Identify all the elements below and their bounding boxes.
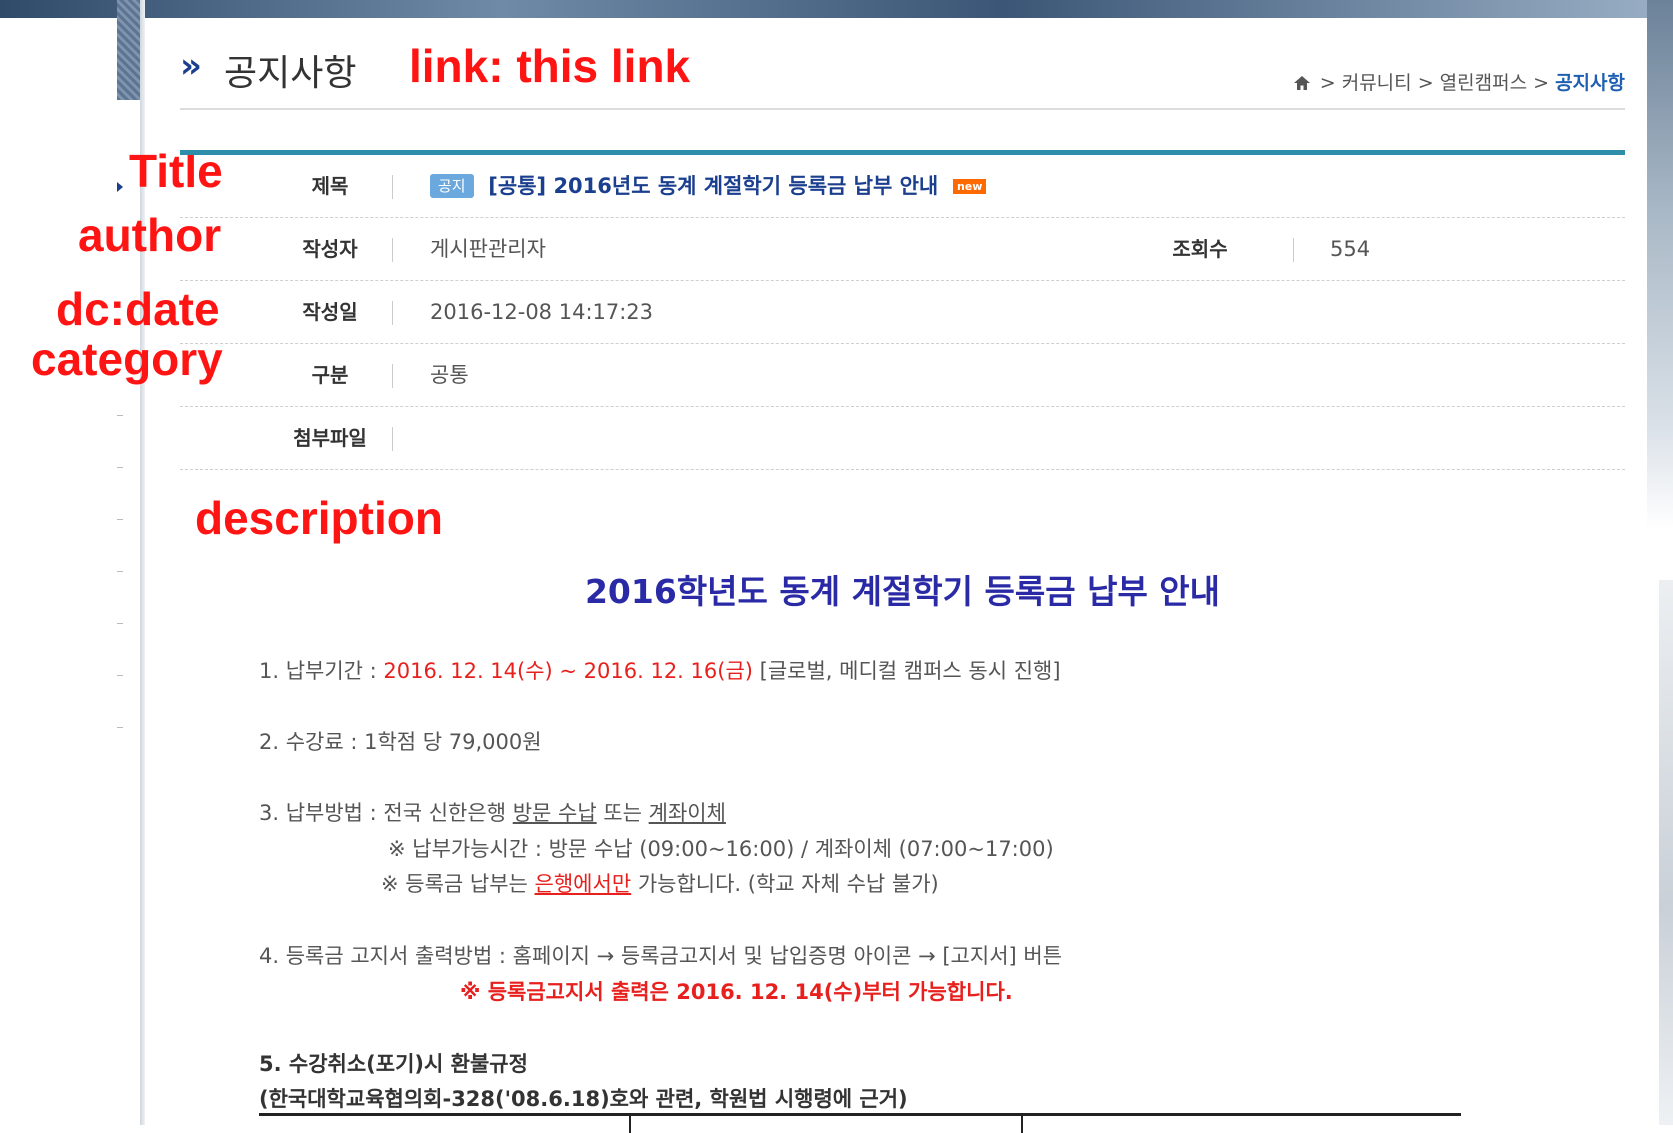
note2-red: 은행에서만 (534, 872, 632, 896)
body-paragraph-5: 5. 수강취소(포기)시 환불규정 (259, 1052, 528, 1076)
divider (1293, 238, 1294, 262)
date-value: 2016-12-08 14:17:23 (430, 300, 654, 324)
note2-prefix: ※ 등록금 납부는 (381, 872, 535, 896)
breadcrumb-item-open-campus[interactable]: 열린캠퍼스 (1440, 72, 1527, 94)
right-background-photo (1647, 0, 1673, 530)
date-label: 작성일 (302, 300, 358, 324)
breadcrumb-separator: > (1417, 72, 1434, 94)
divider (392, 175, 393, 199)
right-background-photo-lower (1659, 580, 1673, 1125)
row-attachment: 첨부파일 (180, 407, 1625, 470)
annotation-description: description (195, 492, 443, 544)
category-label: 구분 (311, 363, 349, 387)
p1-suffix: [글로벌, 메디컬 캠퍼스 동시 진행] (752, 659, 1061, 683)
divider (392, 238, 393, 262)
page-title: 공지사항 (224, 53, 357, 94)
row-date: 작성일 2016-12-08 14:17:23 (180, 281, 1625, 344)
new-badge: new (952, 179, 987, 194)
row-author: 작성자 게시판관리자 조회수 554 (180, 218, 1625, 281)
home-icon[interactable] (1293, 76, 1310, 90)
body-note-bank-only: ※ 등록금 납부는 은행에서만 가능합니다. (학교 자체 수납 불가) (381, 868, 939, 898)
p3-visit: 방문 수납 (512, 801, 597, 825)
body-note-print: ※ 등록금고지서 출력은 2016. 12. 14(수)부터 가능합니다. (460, 980, 1013, 1004)
breadcrumb-separator: > (1319, 72, 1336, 94)
breadcrumb: > 커뮤니티 > 열린캠퍼스 > 공지사항 (1293, 68, 1625, 95)
annotation-link: link: this link (409, 40, 691, 92)
subject-value: 공지 [공통] 2016년도 동계 계절학기 등록금 납부 안내 new (430, 155, 987, 217)
subject-label: 제목 (311, 174, 349, 198)
breadcrumb-item-current[interactable]: 공지사항 (1555, 72, 1625, 94)
divider (392, 301, 393, 325)
post-title-link[interactable]: [공통] 2016년도 동계 계절학기 등록금 납부 안내 (488, 174, 938, 198)
p3-or: 또는 (596, 801, 649, 825)
p1-dates: 2016. 12. 14(수) ~ 2016. 12. 16(금) (383, 659, 753, 683)
p3-prefix: 3. 납부방법 : 전국 신한은행 (259, 801, 513, 825)
note2-suffix: 가능합니다. (학교 자체 수납 불가) (631, 872, 939, 896)
row-subject: 제목 공지 [공통] 2016년도 동계 계절학기 등록금 납부 안내 new (180, 155, 1625, 218)
author-label: 작성자 (302, 237, 358, 261)
page-header: » 공지사항 > 커뮤니티 > 열린캠퍼스 > 공지사항 (180, 40, 1625, 110)
p1-prefix: 1. 납부기간 : (259, 659, 384, 683)
body-paragraph-3: 3. 납부방법 : 전국 신한은행 방문 수납 또는 계좌이체 (259, 797, 726, 827)
p3-transfer: 계좌이체 (648, 801, 726, 825)
divider (392, 364, 393, 388)
author-value: 게시판관리자 (430, 237, 546, 261)
notice-badge: 공지 (430, 174, 474, 198)
body-paragraph-1: 1. 납부기간 : 2016. 12. 14(수) ~ 2016. 12. 16… (259, 655, 1061, 685)
attachment-label: 첨부파일 (293, 426, 367, 450)
body-heading: 2016학년도 동계 계절학기 등록금 납부 안내 (584, 572, 1221, 611)
post-info-table: 제목 공지 [공통] 2016년도 동계 계절학기 등록금 납부 안내 new … (180, 150, 1625, 470)
body-paragraph-4: 4. 등록금 고지서 출력방법 : 홈페이지 → 등록금고지서 및 납입증명 아… (259, 944, 1063, 968)
category-value: 공통 (430, 363, 469, 387)
top-banner-image (0, 0, 1673, 18)
bullet-arrow-icon (117, 182, 123, 192)
breadcrumb-item-community[interactable]: 커뮤니티 (1342, 72, 1412, 94)
table-column-divider (1021, 1113, 1023, 1133)
table-column-divider (629, 1113, 631, 1133)
refund-table-top-border (259, 1113, 1461, 1133)
views-label: 조회수 (1172, 237, 1228, 261)
body-paragraph-5-sub: (한국대학교육협의회-328('08.6.18)호와 관련, 학원법 시행령에 … (259, 1087, 908, 1111)
body-note-hours: ※ 납부가능시간 : 방문 수납 (09:00~16:00) / 계좌이체 (0… (388, 837, 1054, 861)
breadcrumb-separator: > (1533, 72, 1550, 94)
double-chevron-icon: » (180, 46, 202, 86)
body-paragraph-2: 2. 수강료 : 1학점 당 79,000원 (259, 730, 542, 754)
views-value: 554 (1330, 237, 1371, 261)
divider (392, 427, 393, 451)
row-category: 구분 공통 (180, 344, 1625, 407)
